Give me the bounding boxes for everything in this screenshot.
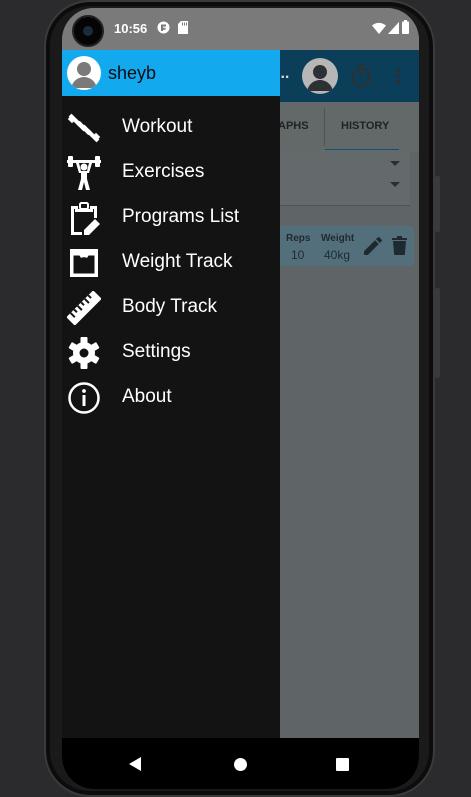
power-button [435,288,440,378]
reps-value: 10 [291,248,305,262]
device-screen: 10:56 ... APHS HISTORY Reps 10 Weight 40… [62,8,419,789]
back-button[interactable] [129,757,141,771]
info-icon [68,382,100,414]
drawer-item-programs-list[interactable]: Programs List [62,195,280,239]
status-time: 10:56 [114,21,148,36]
history-filters [274,150,410,206]
drawer-item-weight-track[interactable]: Weight Track [62,240,280,284]
weightlifter-icon [67,156,101,190]
person-icon [71,62,97,88]
drawer-item-label: About [122,386,172,407]
navigation-drawer: sheyb Workout Exercises Programs List We… [62,50,280,738]
drawer-header[interactable]: sheyb [62,50,280,96]
weight-value: 40kg [324,248,351,262]
battery-icon [402,20,409,34]
person-icon [307,65,333,91]
user-name: sheyb [108,63,157,83]
tab-divider [324,108,325,146]
drawer-item-exercises[interactable]: Exercises [62,150,280,194]
drawer-item-label: Programs List [122,206,240,227]
reps-label: Reps [286,233,311,244]
ruler-icon [67,291,101,325]
history-entry-card: Reps 10 Weight 40kg [274,226,414,266]
drawer-item-label: Body Track [122,296,218,317]
drawer-item-settings[interactable]: Settings [62,330,280,374]
tab-history[interactable]: HISTORY [341,120,389,132]
drawer-item-label: Exercises [122,161,205,182]
signal-icon [388,22,399,34]
more-vert-icon[interactable] [395,67,401,85]
drawer-item-body-track[interactable]: Body Track [62,285,280,329]
gear-icon [68,337,100,369]
dropdown-arrow-icon[interactable] [390,161,400,166]
system-navigation-bar [62,738,419,789]
status-bar: 10:56 [62,8,419,50]
weight-label: Weight [321,233,355,244]
edit-icon[interactable] [364,237,382,255]
drawer-item-label: Settings [122,341,191,362]
volume-button [435,176,440,232]
dumbbell-icon [67,113,101,143]
drawer-item-workout[interactable]: Workout [62,105,280,149]
account-avatar-icon[interactable] [302,58,338,94]
scale-icon [70,249,98,277]
dropdown-arrow-icon[interactable] [390,182,400,187]
drawer-item-about[interactable]: About [62,375,280,419]
front-camera [72,15,104,47]
tab-graphs[interactable]: APHS [278,120,309,132]
wifi-icon [372,22,386,34]
sd-card-icon [178,21,188,34]
home-button[interactable] [234,758,247,771]
recents-button[interactable] [336,758,349,771]
drawer-item-label: Workout [122,116,193,137]
drawer-item-label: Weight Track [122,251,233,272]
delete-icon[interactable] [392,236,407,255]
clipboard-edit-icon [71,202,100,235]
timer-icon[interactable] [350,64,372,88]
app-notification-icon [157,21,170,34]
user-avatar[interactable] [67,56,101,90]
